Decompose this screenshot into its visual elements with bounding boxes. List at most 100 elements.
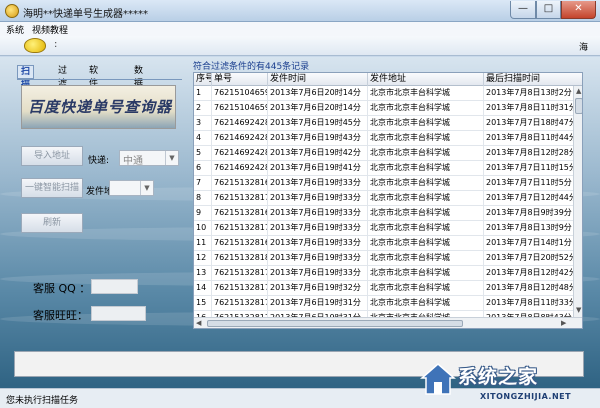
close-button[interactable]: ✕: [561, 1, 596, 19]
table-row[interactable]: 157621513281722013年7月6日19时31分北京市北京丰台科学城2…: [194, 296, 582, 311]
table-row[interactable]: 37621469242862013年7月6日19时45分北京市北京丰台科学城20…: [194, 116, 582, 131]
minimize-button[interactable]: —: [510, 1, 536, 19]
cell-send-address: 北京市北京丰台科学城: [368, 101, 484, 116]
table-row[interactable]: 57621469242872013年7月6日19时42分北京市北京丰台科学城20…: [194, 146, 582, 161]
table-row[interactable]: 97621513281622013年7月6日19时33分北京市北京丰台科学城20…: [194, 206, 582, 221]
refresh-button[interactable]: 刷新: [21, 213, 83, 233]
cell-last-scan: 2013年7月7日14时1分: [484, 236, 582, 251]
column-header-send-time[interactable]: 发件时间: [268, 73, 368, 86]
cell-send-time: 2013年7月6日19时33分: [268, 176, 368, 191]
cell-last-scan: 2013年7月7日20时52分: [484, 251, 582, 266]
cell-send-time: 2013年7月6日19时33分: [268, 206, 368, 221]
table-row[interactable]: 127621513281802013年7月6日19时33分北京市北京丰台科学城2…: [194, 251, 582, 266]
vertical-scroll-thumb[interactable]: [575, 98, 582, 114]
cell-send-address: 北京市北京丰台科学城: [368, 251, 484, 266]
table-row[interactable]: 117621513281682013年7月6日19时33分北京市北京丰台科学城2…: [194, 236, 582, 251]
mascot-icon[interactable]: [24, 38, 46, 53]
cell-tracking-no: 762151328168: [212, 236, 268, 251]
menu-video-tutorial[interactable]: 视频教程: [32, 23, 68, 36]
status-text: 您未执行扫描任务: [6, 396, 79, 406]
cell-send-address: 北京市北京丰台科学城: [368, 176, 484, 191]
cell-tracking-no: 762151328174: [212, 191, 268, 206]
table-row[interactable]: 77621513281672013年7月6日19时33分北京市北京丰台科学城20…: [194, 176, 582, 191]
express-select[interactable]: 中通 ▼: [119, 150, 179, 167]
smart-scan-button[interactable]: 一键智能扫描: [21, 178, 83, 198]
cell-last-scan: 2013年7月8日13时9分: [484, 221, 582, 236]
horizontal-scroll-thumb[interactable]: [207, 320, 463, 327]
vertical-scrollbar[interactable]: ▲ ▼: [573, 86, 582, 317]
cell-index: 6: [194, 161, 212, 176]
cell-tracking-no: 762151328162: [212, 206, 268, 221]
maximize-button[interactable]: □: [536, 1, 561, 19]
app-icon: [5, 4, 19, 18]
table-row[interactable]: 137621513281782013年7月6日19时33分北京市北京丰台科学城2…: [194, 266, 582, 281]
column-header-tracking-no[interactable]: 单号: [212, 73, 268, 86]
sender-select[interactable]: ▼: [109, 180, 154, 196]
import-address-button[interactable]: 导入地址: [21, 146, 83, 166]
tab-database[interactable]: 数据库操作: [131, 65, 146, 128]
scroll-right-icon[interactable]: ▶: [561, 319, 566, 327]
results-table[interactable]: 序号 单号 发件时间 发件地址 最后扫描时间 17621510465942013…: [193, 72, 583, 329]
cell-last-scan: 2013年7月8日11时31分: [484, 101, 582, 116]
cell-send-time: 2013年7月6日19时33分: [268, 221, 368, 236]
scroll-down-icon[interactable]: ▼: [576, 306, 581, 314]
table-row[interactable]: 47621469242852013年7月6日19时43分北京市北京丰台科学城20…: [194, 131, 582, 146]
cell-send-address: 北京市北京丰台科学城: [368, 161, 484, 176]
express-label: 快递:: [88, 156, 110, 166]
menu-system[interactable]: 系统: [6, 23, 24, 36]
cell-index: 2: [194, 101, 212, 116]
main-panel: 扫描 过滤 软件帮助 数据库操作 百度快递单号查询器 导入地址 快递: 中通 ▼…: [0, 57, 600, 388]
table-row[interactable]: 147621513281792013年7月6日19时32分北京市北京丰台科学城2…: [194, 281, 582, 296]
cell-index: 1: [194, 86, 212, 101]
cell-send-address: 北京市北京丰台科学城: [368, 116, 484, 131]
cell-send-time: 2013年7月6日19时33分: [268, 191, 368, 206]
cell-send-time: 2013年7月6日19时42分: [268, 146, 368, 161]
column-header-last-scan[interactable]: 最后扫描时间: [484, 73, 582, 86]
cell-send-address: 北京市北京丰台科学城: [368, 146, 484, 161]
banner-text: 百度快递单号查询器: [28, 98, 173, 116]
watermark: 系统之家 XITONGZHIJIA.NET: [420, 360, 598, 406]
table-row[interactable]: 67621469242892013年7月6日19时41分北京市北京丰台科学城20…: [194, 161, 582, 176]
table-row[interactable]: 27621510465952013年7月6日20时14分北京市北京丰台科学城20…: [194, 101, 582, 116]
cell-send-time: 2013年7月6日19时41分: [268, 161, 368, 176]
table-row[interactable]: 87621513281742013年7月6日19时33分北京市北京丰台科学城20…: [194, 191, 582, 206]
cell-send-time: 2013年7月6日20时14分: [268, 101, 368, 116]
column-header-send-address[interactable]: 发件地址: [368, 73, 484, 86]
scroll-left-icon[interactable]: ◀: [196, 319, 201, 327]
cell-tracking-no: 762151046594: [212, 86, 268, 101]
cell-send-time: 2013年7月6日19时33分: [268, 266, 368, 281]
column-header-index[interactable]: 序号: [194, 73, 212, 86]
tab-scan[interactable]: 扫描: [17, 65, 35, 90]
qq-field[interactable]: [91, 279, 138, 294]
cell-last-scan: 2013年7月8日11时44分: [484, 131, 582, 146]
cell-last-scan: 2013年7月8日12时48分: [484, 281, 582, 296]
cell-last-scan: 2013年7月8日12时28分: [484, 146, 582, 161]
cell-tracking-no: 762146924285: [212, 131, 268, 146]
cell-send-address: 北京市北京丰台科学城: [368, 296, 484, 311]
cell-last-scan: 2013年7月8日13时2分: [484, 86, 582, 101]
horizontal-scrollbar[interactable]: ◀ ▶: [194, 317, 582, 328]
cell-last-scan: 2013年7月7日18时47分: [484, 116, 582, 131]
chevron-down-icon: ▼: [165, 151, 178, 165]
wangwang-field[interactable]: [91, 306, 146, 321]
cell-tracking-no: 762151328180: [212, 251, 268, 266]
toolbar-right-text: 海: [579, 43, 589, 53]
table-header: 序号 单号 发件时间 发件地址 最后扫描时间: [194, 73, 582, 86]
cell-send-address: 北京市北京丰台科学城: [368, 281, 484, 296]
watermark-title: 系统之家: [458, 366, 539, 388]
cell-tracking-no: 762146924289: [212, 161, 268, 176]
cell-send-time: 2013年7月6日19时43分: [268, 131, 368, 146]
cell-tracking-no: 762151328179: [212, 281, 268, 296]
cell-tracking-no: 762151328167: [212, 176, 268, 191]
results-count-title: 符合过滤条件的有445条记录: [193, 62, 310, 72]
table-row[interactable]: 17621510465942013年7月6日20时14分北京市北京丰台科学城20…: [194, 86, 582, 101]
tab-filter[interactable]: 过滤: [55, 65, 70, 89]
cell-send-address: 北京市北京丰台科学城: [368, 131, 484, 146]
cell-send-address: 北京市北京丰台科学城: [368, 191, 484, 206]
title-bar: 海明**快递单号生成器***** — □ ✕: [0, 0, 600, 22]
cell-tracking-no: 762146924286: [212, 116, 268, 131]
cell-tracking-no: 762151328177: [212, 221, 268, 236]
tab-help[interactable]: 软件帮助: [86, 65, 101, 115]
table-row[interactable]: 107621513281772013年7月6日19时33分北京市北京丰台科学城2…: [194, 221, 582, 236]
scroll-up-icon[interactable]: ▲: [576, 87, 581, 95]
